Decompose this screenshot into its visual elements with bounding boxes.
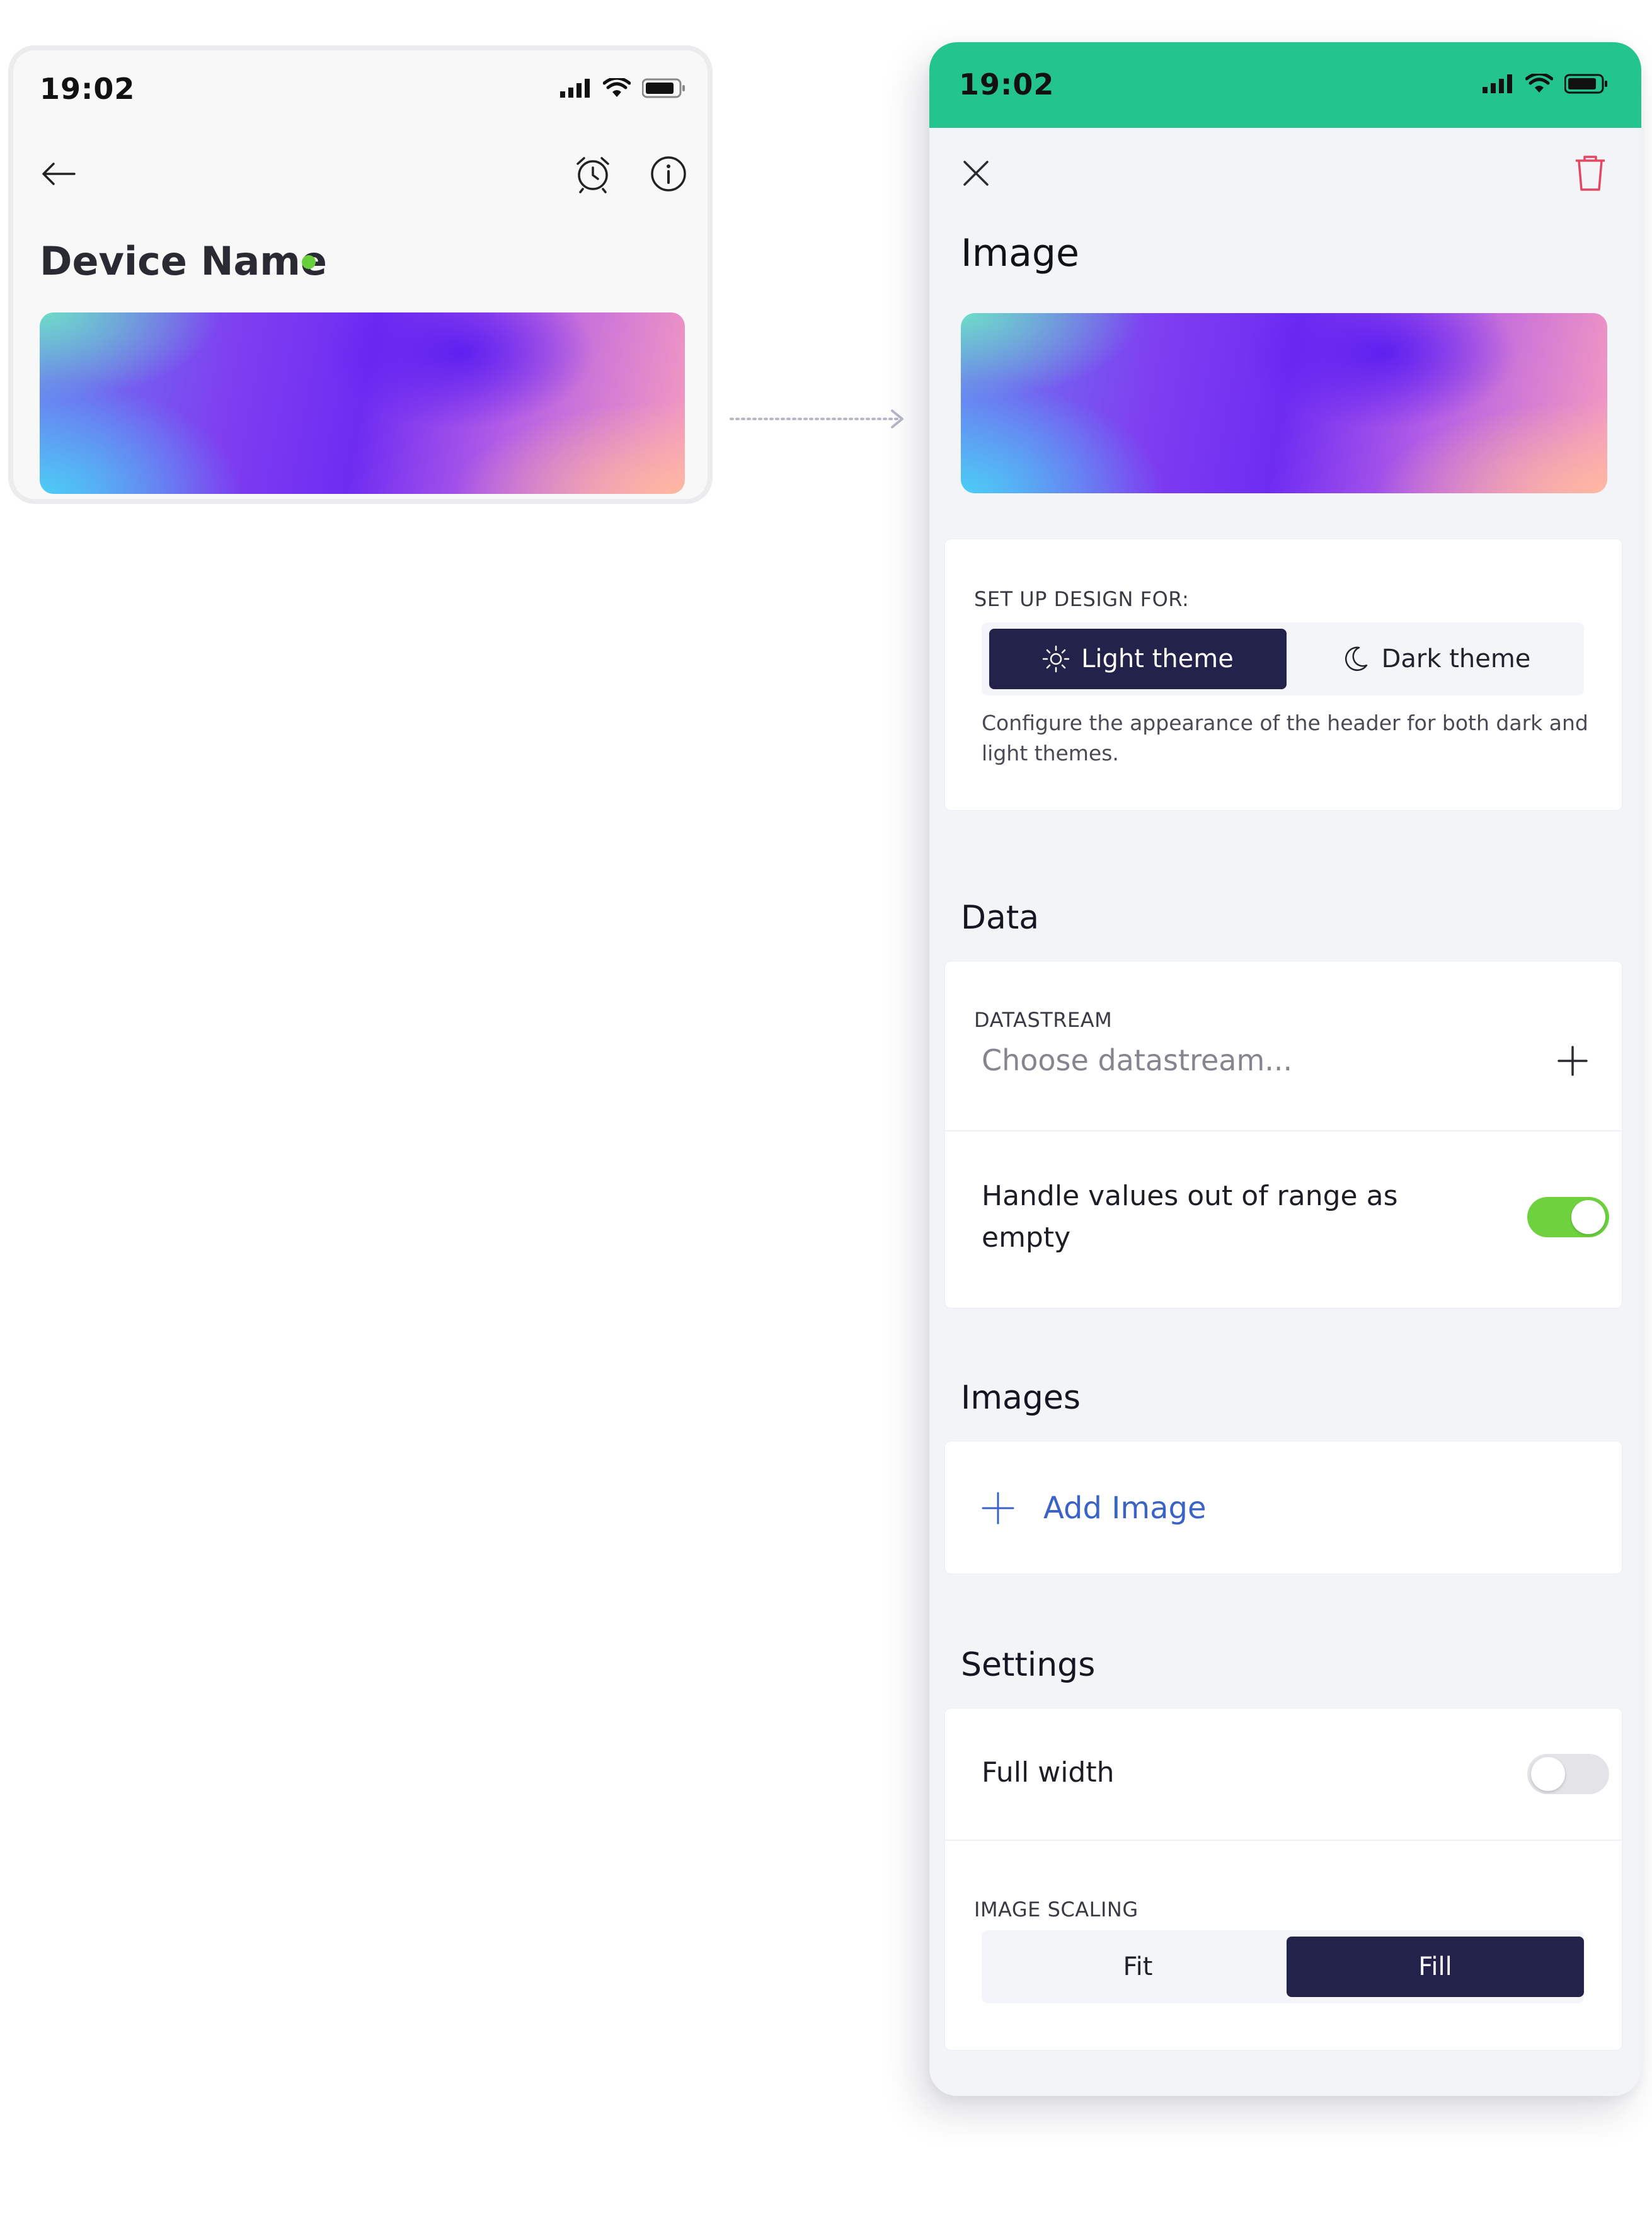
delete-trash-icon[interactable] [1573, 154, 1607, 192]
cellular-signal-icon [1483, 74, 1512, 93]
device-preview-phone: 19:02 Device Name [8, 45, 713, 504]
header-image-preview [40, 312, 685, 494]
design-hint-text: Configure the appearance of the header f… [982, 711, 1588, 765]
status-bar-time: 19:02 [40, 72, 135, 106]
cellular-signal-icon [560, 79, 590, 98]
close-icon[interactable] [962, 159, 990, 187]
toggle-knob [1571, 1200, 1605, 1234]
full-width-toggle[interactable] [1527, 1754, 1609, 1794]
back-arrow-icon[interactable] [40, 161, 77, 186]
design-section-label: SET UP DESIGN FOR: [974, 587, 1190, 611]
images-panel: Add Image [944, 1441, 1622, 1574]
images-section-title: Images [961, 1379, 1081, 1417]
scaling-fill-label: Fill [1418, 1952, 1452, 1981]
widget-settings-phone: 19:02 Image SET UP DESIGN FOR: Light the… [929, 42, 1641, 2096]
device-name-title: Device Name [40, 238, 327, 284]
dark-theme-label: Dark theme [1381, 644, 1531, 673]
scaling-fit-option[interactable]: Fit [989, 1937, 1287, 1997]
datastream-select[interactable]: Choose datastream... [982, 1043, 1292, 1077]
design-theme-panel: SET UP DESIGN FOR: Light theme Dark them… [944, 539, 1622, 811]
moon-icon [1345, 646, 1367, 672]
data-panel: DATASTREAM Choose datastream... Handle v… [944, 961, 1623, 1308]
status-bar-icons [560, 78, 686, 98]
settings-section-title: Settings [961, 1646, 1096, 1684]
handle-out-of-range-label: Handle values out of range as empty [982, 1180, 1398, 1254]
flow-arrow-icon [730, 409, 903, 428]
wifi-icon [1525, 74, 1553, 93]
data-section-title: Data [961, 899, 1040, 937]
handle-out-of-range-toggle[interactable] [1527, 1197, 1609, 1237]
header-image-preview [961, 313, 1607, 493]
divider [945, 1130, 1623, 1131]
alarm-clock-icon[interactable] [573, 154, 613, 194]
divider [945, 1840, 1623, 1841]
battery-icon [642, 78, 685, 98]
image-scaling-label: IMAGE SCALING [974, 1897, 1139, 1921]
status-bar-time: 19:02 [959, 67, 1055, 101]
scaling-fit-label: Fit [1123, 1952, 1153, 1981]
page-title: Image [961, 231, 1079, 275]
sun-icon [1042, 645, 1070, 673]
image-scaling-segmented-control: Fit Fill [982, 1930, 1584, 2003]
online-status-dot [302, 255, 316, 269]
datastream-label: DATASTREAM [974, 1008, 1113, 1032]
dark-theme-option[interactable]: Dark theme [1287, 629, 1584, 689]
add-image-plus-icon[interactable] [980, 1491, 1016, 1526]
wifi-icon [603, 78, 631, 97]
theme-segmented-control: Light theme Dark theme [982, 622, 1584, 695]
status-bar-icons [1483, 74, 1609, 94]
toggle-knob [1531, 1757, 1565, 1791]
settings-panel: Full width IMAGE SCALING Fit Fill [944, 1708, 1623, 2051]
battery-icon [1564, 74, 1607, 94]
light-theme-option[interactable]: Light theme [989, 629, 1287, 689]
info-icon[interactable] [650, 155, 687, 193]
scaling-fill-option[interactable]: Fill [1287, 1937, 1584, 1997]
light-theme-label: Light theme [1081, 644, 1234, 673]
add-image-link[interactable]: Add Image [1043, 1491, 1207, 1526]
add-datastream-icon[interactable] [1555, 1043, 1590, 1079]
full-width-label: Full width [982, 1756, 1115, 1789]
